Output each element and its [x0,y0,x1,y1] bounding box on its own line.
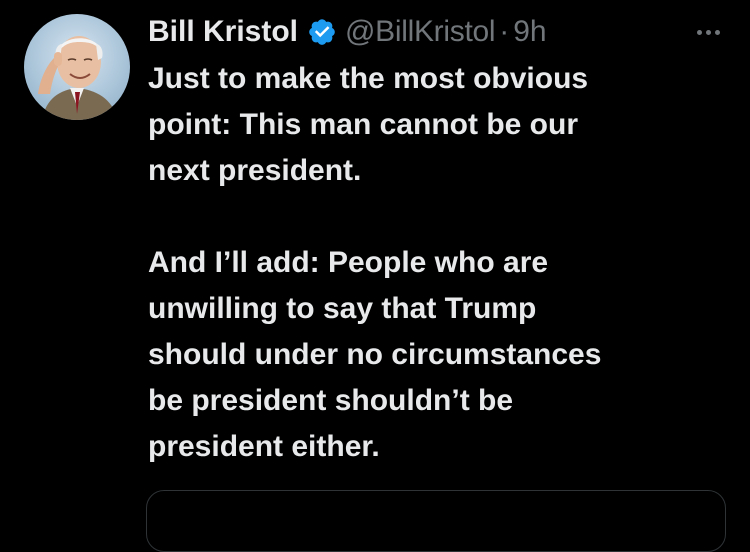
more-dot [705,29,711,35]
more-dot [696,29,702,35]
more-dot [714,29,720,35]
author-display-name[interactable]: Bill Kristol [148,12,298,52]
verified-badge-icon[interactable] [307,17,337,47]
more-options-icon[interactable] [690,22,726,42]
tweet-timestamp[interactable]: 9h [513,12,546,52]
tweet-paragraph: And I’ll add: People who are unwilling t… [148,246,602,463]
author-handle[interactable]: @BillKristol [345,12,496,52]
tweet-text: Just to make the most obvious point: Thi… [148,56,728,470]
tweet-paragraph: Just to make the most obvious point: Thi… [148,62,589,187]
quoted-post-card[interactable] [146,490,726,552]
tweet-header: Bill Kristol @BillKristol · 9h [148,12,547,52]
author-avatar[interactable] [24,14,130,120]
tweet[interactable]: Bill Kristol @BillKristol · 9h Just to m… [0,0,750,552]
separator-dot: · [499,15,510,48]
avatar-image [24,14,130,120]
